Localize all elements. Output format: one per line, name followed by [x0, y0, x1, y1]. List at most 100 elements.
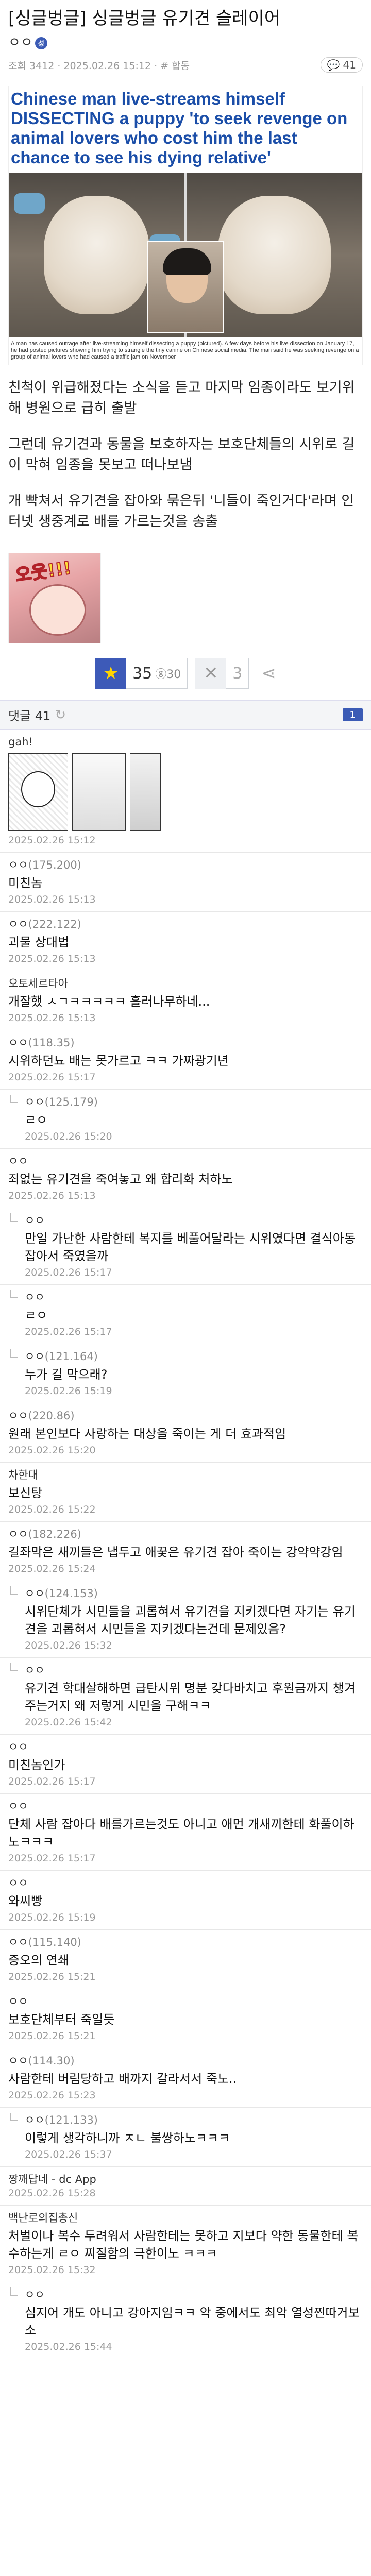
comment-nick[interactable]: gah! — [8, 735, 363, 749]
comment-count-pill[interactable]: 💬 41 — [320, 57, 363, 73]
comment-nick[interactable]: ㅇㅇ(222.122) — [8, 917, 363, 931]
comment-ip: (118.35) — [28, 1037, 75, 1049]
comment-nick[interactable]: ㅇㅇ — [8, 1740, 363, 1754]
x-icon: ✕ — [195, 658, 227, 689]
reply-item: ㅇㅇ(121.133) 이렇게 생각하니까 ㅈㄴ 불쌍하노ㅋㅋㅋ 2025.02.2… — [0, 2108, 371, 2167]
comment-nick[interactable]: ㅇㅇ — [8, 1876, 363, 1890]
article-headline: Chinese man live-streams himself DISSECT… — [11, 89, 348, 167]
comment-body: 원래 본인보다 사랑하는 대상을 죽이는 게 더 효과적임 — [8, 1427, 286, 1441]
comment-nick[interactable]: ㅇㅇ — [25, 2287, 363, 2302]
reply-arrow-icon — [10, 1213, 18, 1222]
comment-item: ㅇㅇ 단체 사람 잡아다 배를가르는것도 아니고 애먼 개새끼한테 화풀이하노ㅋㅋ… — [0, 1794, 371, 1871]
share-icon[interactable]: ⋖ — [261, 663, 276, 684]
comment-nick[interactable]: ㅇㅇ(124.153) — [25, 1586, 363, 1601]
comment-ip: (124.153) — [44, 1587, 98, 1600]
comment-body: 개잘했 ㅅㄱㅋㅋㅋㅋㅋ 흘러나무하네... — [8, 994, 210, 1009]
comment-body: ㄹㅇ — [25, 1308, 48, 1323]
comment-date: 2025.02.26 15:17 — [8, 1776, 96, 1787]
comment-date: 2025.02.26 15:13 — [8, 1012, 96, 1024]
comment-date: 2025.02.26 15:37 — [25, 2149, 112, 2160]
reply-item: ㅇㅇㄹㅇ 2025.02.26 15:17 — [0, 1285, 371, 1344]
comment-item: ㅇㅇ 미친놈인가 2025.02.26 15:17 — [0, 1735, 371, 1794]
reply-item: ㅇㅇ(125.179) ㄹㅇ 2025.02.26 15:20 — [0, 1090, 371, 1149]
comment-body: 길좌막은 새끼들은 냅두고 애꿎은 유기견 잡아 죽이는 강약약강임 — [8, 1545, 343, 1560]
comment-body: 보호단체부터 죽일듯 — [8, 2012, 115, 2027]
comment-nick[interactable]: 짱깨답네 - dc App — [8, 2172, 363, 2187]
comment-body: 사람한테 버림당하고 배까지 갈라서서 죽노.. — [8, 2072, 237, 2086]
reply-arrow-icon — [10, 1663, 18, 1671]
comment-body: 증오의 연쇄 — [8, 1953, 70, 1968]
comment-nick[interactable]: ㅇㅇ — [25, 1213, 363, 1228]
comment-date: 2025.02.26 15:13 — [8, 953, 96, 964]
comment-nick[interactable]: ㅇㅇ(175.200) — [8, 858, 363, 872]
comment-item: 오토세르타아개잘했 ㅅㄱㅋㅋㅋㅋㅋ 흘러나무하네... 2025.02.26 15… — [0, 971, 371, 1030]
comment-nick[interactable]: ㅇㅇ — [8, 1994, 363, 2009]
reply-item: ㅇㅇ 만일 가난한 사람한테 복지를 베풀어달라는 시위였다면 결식아동 잡아서 … — [0, 1208, 371, 1285]
author-nick[interactable]: ㅇㅇ 성 — [8, 32, 47, 51]
post-title: [싱글벙글] 싱글벙글 유기견 슬레이어 — [8, 8, 281, 29]
comment-item: ㅇㅇ(115.140) 증오의 연쇄 2025.02.26 15:21 — [0, 1930, 371, 1989]
comment-nick[interactable]: 백난로의집총신 — [8, 2211, 363, 2225]
comment-item: ㅇㅇ 죄없는 유기견을 죽여놓고 왜 합리화 처하노 2025.02.26 15:1… — [0, 1149, 371, 1208]
comment-body: 보신탕 — [8, 1486, 43, 1500]
comment-body: 단체 사람 잡아다 배를가르는것도 아니고 애먼 개새끼한테 화풀이하노ㅋㅋㅋ — [8, 1817, 355, 1849]
comment-ip: (121.133) — [44, 2114, 98, 2126]
comment-nick[interactable]: ㅇㅇ(121.133) — [25, 2113, 363, 2127]
comment-body: 만일 가난한 사람한테 복지를 베풀어달라는 시위였다면 결식아동 잡아서 죽였… — [25, 1231, 356, 1263]
comment-nick[interactable]: ㅇㅇ(118.35) — [8, 1036, 363, 1050]
comment-nick[interactable]: ㅇㅇ — [8, 1799, 363, 1814]
author-row: ㅇㅇ 성 — [0, 32, 371, 57]
comment-icon: 💬 — [327, 59, 340, 71]
comment-date: 2025.02.26 15:20 — [8, 1445, 96, 1456]
comment-date: 2025.02.26 15:17 — [8, 1853, 96, 1864]
comment-body: 시위단체가 시민들을 괴롭혀서 유기견을 지키겠다면 자기는 유기견을 괴롭혀서… — [25, 1604, 356, 1636]
comment-nick[interactable]: ㅇㅇ — [25, 1290, 363, 1304]
comment-count: 41 — [343, 59, 356, 71]
upvote-count: 35 — [132, 664, 153, 683]
downvote-button[interactable]: ✕ 3 — [195, 658, 249, 689]
author-badge-icon: 성 — [35, 37, 47, 49]
comment-list: gah! 2025.02.26 15:12 ㅇㅇ(175.200) 미친놈 2025.0… — [0, 730, 371, 2359]
page-button[interactable]: 1 — [342, 708, 363, 721]
star-icon: ★ — [95, 658, 127, 689]
upvote-button[interactable]: ★ 35 ⓖ30 — [95, 658, 188, 689]
reply-arrow-icon — [10, 2113, 18, 2121]
comment-date: 2025.02.26 15:19 — [8, 1912, 96, 1923]
comment-image — [8, 753, 363, 831]
comment-ip: (121.164) — [44, 1350, 98, 1363]
comment-body: 이렇게 생각하니까 ㅈㄴ 불쌍하노ㅋㅋㅋ — [25, 2131, 230, 2145]
reaction-image: 오웃!!! — [8, 553, 101, 643]
article-caption: A man has caused outrage after live-stre… — [11, 341, 359, 360]
upvote-sub-count: ⓖ30 — [155, 668, 181, 681]
reply-arrow-icon — [10, 1095, 18, 1103]
comment-date: 2025.02.26 15:22 — [8, 1504, 96, 1515]
comment-item: 백난로의집총신처벌이나 복수 두려워서 사람한테는 못하고 지보다 약한 동물한… — [0, 2206, 371, 2282]
comment-nick[interactable]: ㅇㅇ(182.226) — [8, 1527, 363, 1541]
comment-date: 2025.02.26 15:17 — [25, 1326, 112, 1337]
comment-date: 2025.02.26 15:17 — [8, 1072, 96, 1083]
comment-nick[interactable]: 오토세르타아 — [8, 976, 363, 991]
comment-nick[interactable]: ㅇㅇ — [8, 1154, 363, 1168]
comment-nick[interactable]: ㅇㅇ(121.164) — [25, 1349, 363, 1364]
reply-arrow-icon — [10, 1290, 18, 1298]
comment-nick[interactable]: ㅇㅇ(220.86) — [8, 1409, 363, 1423]
reaction-text: 오웃!!! — [13, 557, 73, 587]
comment-nick[interactable]: ㅇㅇ(125.179) — [25, 1095, 363, 1109]
comment-nick[interactable]: ㅇㅇ — [25, 1663, 363, 1677]
comment-body: 처벌이나 복수 두려워서 사람한테는 못하고 지보다 약한 동물한테 복수하는게… — [8, 2229, 359, 2261]
post-stats-row: 조회 3412 · 2025.02.26 15:12 · # 합동 💬 41 — [0, 57, 371, 78]
refresh-icon[interactable]: ↻ — [55, 707, 66, 723]
comment-body: 미친놈인가 — [8, 1758, 65, 1772]
comment-date: 2025.02.26 15:21 — [8, 1971, 96, 1982]
comment-date: 2025.02.26 15:44 — [25, 2341, 112, 2352]
comment-body: 심지어 개도 아니고 강아지임ㅋㅋ 악 중에서도 최악 열성찐따거보소 — [25, 2306, 360, 2337]
comment-nick[interactable]: ㅇㅇ(115.140) — [8, 1935, 363, 1950]
comment-body: 괴물 상대법 — [8, 935, 70, 950]
portrait-inset — [147, 241, 224, 333]
comment-ip: (175.200) — [28, 859, 81, 871]
comment-item: ㅇㅇ 보호단체부터 죽일듯 2025.02.26 15:21 — [0, 1989, 371, 2048]
comment-nick[interactable]: ㅇㅇ(114.30) — [8, 2054, 363, 2068]
comment-date: 2025.02.26 15:24 — [8, 1563, 96, 1574]
comment-date: 2025.02.26 15:42 — [25, 1717, 112, 1728]
comment-nick[interactable]: 차한대 — [8, 1468, 363, 1482]
